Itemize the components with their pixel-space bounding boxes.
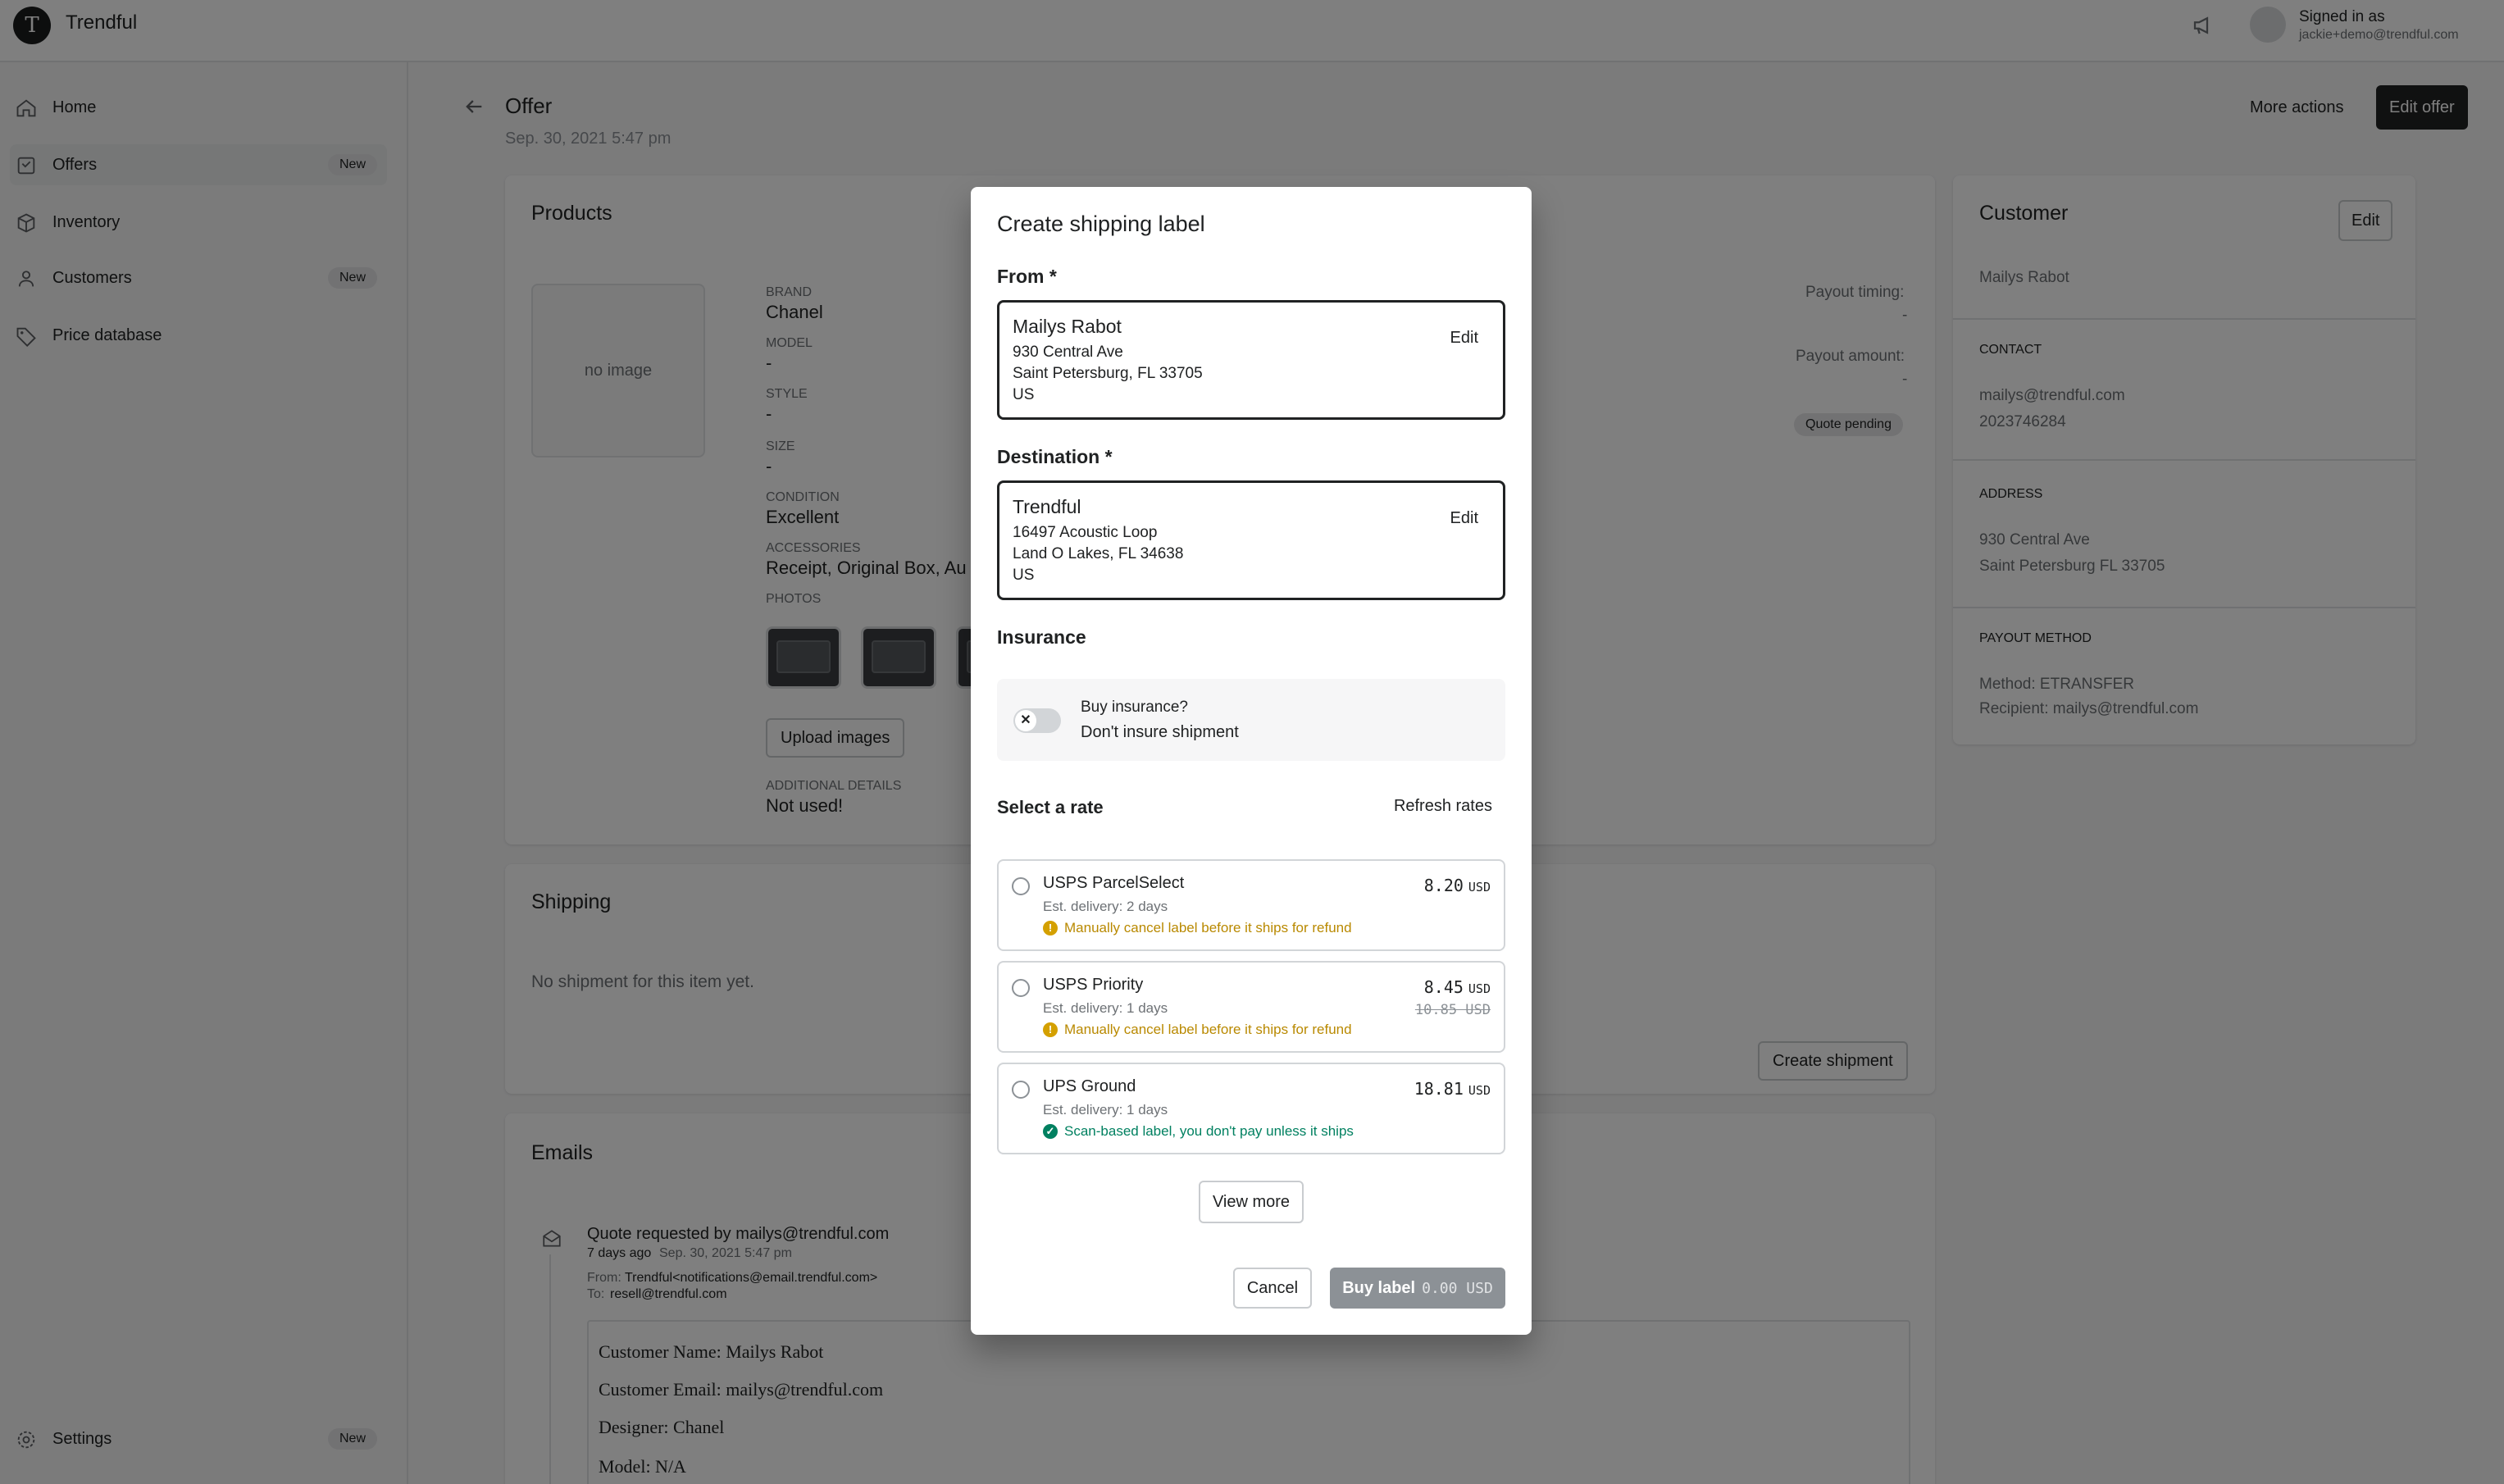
rate-amount: 18.81 — [1414, 1079, 1464, 1099]
rate-option-usps-priority[interactable]: USPS Priority Est. delivery: 1 days ! Ma… — [997, 961, 1505, 1053]
edit-destination-button[interactable]: Edit — [1450, 509, 1478, 528]
rate-note-text: Manually cancel label before it ships fo… — [1064, 920, 1352, 935]
rate-name: UPS Ground — [1043, 1077, 1136, 1095]
rate-amount: 8.45 — [1423, 977, 1464, 997]
rate-price: 8.45 USD — [1424, 977, 1491, 997]
from-line2: Saint Petersburg, FL 33705 — [1013, 365, 1203, 382]
select-rate-label: Select a rate — [997, 797, 1104, 817]
destination-line1: 16497 Acoustic Loop — [1013, 524, 1158, 541]
rate-radio[interactable] — [1012, 979, 1030, 997]
destination-label: Destination * — [997, 446, 1113, 467]
refresh-rates-button[interactable]: Refresh rates — [1394, 797, 1492, 816]
insurance-toggle[interactable]: ✕ — [1013, 708, 1061, 733]
insurance-choice: Don't insure shipment — [1081, 723, 1239, 741]
from-address-box: Mailys Rabot 930 Central Ave Saint Peter… — [997, 300, 1505, 420]
buy-label-button[interactable]: Buy label 0.00 USD — [1330, 1268, 1505, 1309]
from-line1: 930 Central Ave — [1013, 344, 1123, 361]
rate-estimate: Est. delivery: 1 days — [1043, 1000, 1168, 1016]
buy-label-amount: 0.00 USD — [1422, 1280, 1493, 1297]
rate-estimate: Est. delivery: 1 days — [1043, 1102, 1168, 1118]
destination-line2: Land O Lakes, FL 34638 — [1013, 545, 1184, 562]
warning-icon: ! — [1043, 1022, 1058, 1037]
from-name: Mailys Rabot — [1013, 316, 1122, 337]
destination-country: US — [1013, 567, 1035, 584]
rate-price: 18.81 USD — [1414, 1079, 1491, 1099]
close-icon: ✕ — [1015, 710, 1036, 731]
cancel-button[interactable]: Cancel — [1233, 1268, 1312, 1309]
rate-currency: USD — [1468, 1083, 1491, 1098]
rate-option-usps-parcelselect[interactable]: USPS ParcelSelect Est. delivery: 2 days … — [997, 859, 1505, 951]
rate-note: ✓ Scan-based label, you don't pay unless… — [1043, 1123, 1354, 1140]
from-country: US — [1013, 386, 1035, 403]
insurance-question: Buy insurance? — [1081, 699, 1188, 716]
rate-amount: 8.20 — [1423, 876, 1464, 895]
from-label: From * — [997, 266, 1057, 287]
rate-note-text: Manually cancel label before it ships fo… — [1064, 1022, 1352, 1037]
rate-price: 8.20 USD — [1424, 876, 1491, 895]
rate-original-price: 10.85 USD — [1414, 1002, 1491, 1018]
rate-note-text: Scan-based label, you don't pay unless i… — [1064, 1123, 1354, 1139]
buy-label-text: Buy label — [1342, 1279, 1416, 1297]
rate-option-ups-ground[interactable]: UPS Ground Est. delivery: 1 days ✓ Scan-… — [997, 1063, 1505, 1154]
rate-currency: USD — [1468, 880, 1491, 894]
check-circle-icon: ✓ — [1043, 1124, 1058, 1139]
destination-address-box: Trendful 16497 Acoustic Loop Land O Lake… — [997, 480, 1505, 600]
rate-name: USPS Priority — [1043, 976, 1144, 994]
rate-estimate: Est. delivery: 2 days — [1043, 899, 1168, 914]
destination-name: Trendful — [1013, 496, 1081, 517]
rate-note: ! Manually cancel label before it ships … — [1043, 1022, 1352, 1038]
view-more-button[interactable]: View more — [1199, 1181, 1304, 1223]
rate-currency: USD — [1468, 981, 1491, 996]
edit-from-button[interactable]: Edit — [1450, 329, 1478, 348]
insurance-label: Insurance — [997, 626, 1086, 648]
modal-title: Create shipping label — [997, 212, 1205, 236]
warning-icon: ! — [1043, 921, 1058, 935]
rate-radio[interactable] — [1012, 877, 1030, 895]
create-shipping-label-modal: Create shipping label From * Mailys Rabo… — [971, 187, 1532, 1335]
insurance-box: ✕ Buy insurance? Don't insure shipment — [997, 679, 1505, 761]
rate-note: ! Manually cancel label before it ships … — [1043, 920, 1352, 936]
rate-name: USPS ParcelSelect — [1043, 874, 1185, 892]
rate-radio[interactable] — [1012, 1081, 1030, 1099]
